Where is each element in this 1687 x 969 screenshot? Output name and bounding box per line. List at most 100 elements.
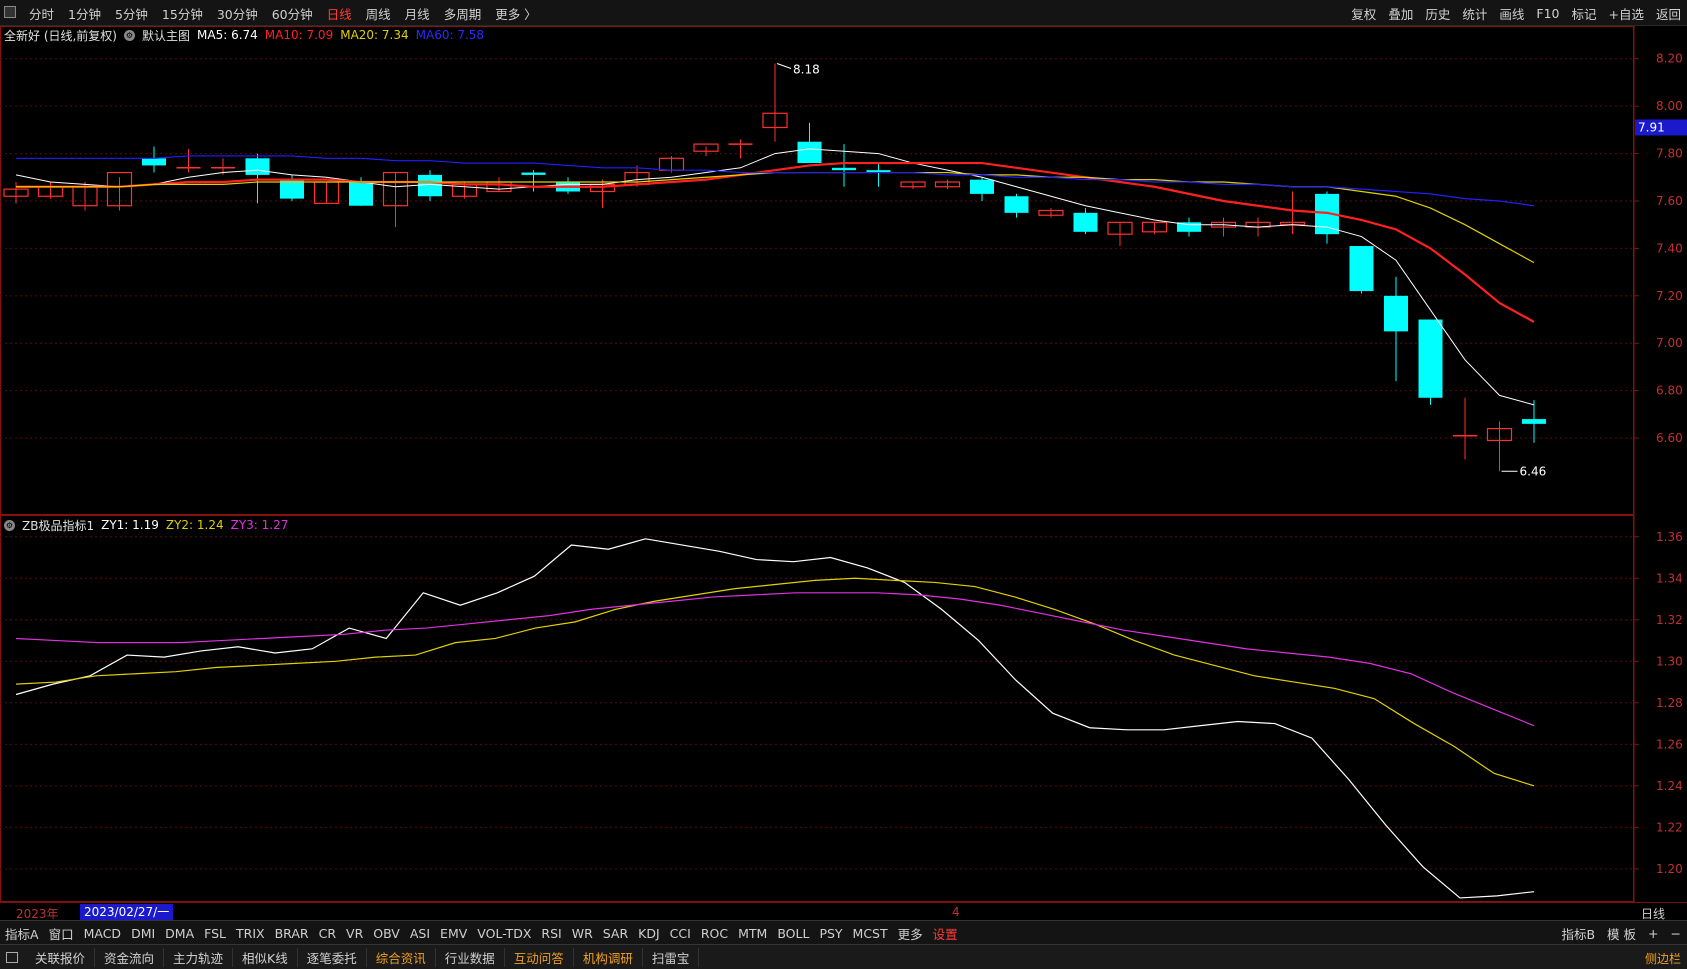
indicator-tick-label: 1.30 [1656, 654, 1683, 668]
bottom-tab[interactable]: 关联报价 [26, 948, 96, 967]
candle-body [970, 179, 994, 194]
indicator-tab[interactable]: EMV [435, 926, 472, 941]
indicator-tab[interactable]: 窗口 [44, 924, 79, 943]
month-mark: 4 [952, 905, 960, 919]
price-tick-label: 7.20 [1656, 289, 1683, 303]
indicator-tick-label: 1.26 [1656, 737, 1683, 751]
candle-body [142, 158, 166, 166]
toolbar-button[interactable]: 标记 [1565, 4, 1602, 23]
indicator-list: 指标A 窗口 MACD DMI DMA FSL TRIX BRAR CR VR OBV ASI EMV V… [0, 921, 963, 945]
indicator-tab[interactable]: 更多 [893, 924, 928, 943]
period-tab[interactable]: 更多 〉 [488, 4, 543, 23]
indicator-tab[interactable]: 指标A [0, 924, 44, 943]
indicator-tab[interactable]: DMI [126, 926, 160, 941]
indicator-tick-label: 1.28 [1656, 696, 1683, 710]
window-menu-icon[interactable] [4, 6, 16, 18]
price-tick-label: 7.80 [1656, 147, 1683, 161]
price-tick-label: 6.80 [1656, 384, 1683, 398]
period-tab[interactable]: 5分钟 [108, 4, 155, 23]
bottom-tab[interactable]: 机构调研 [574, 948, 643, 967]
indicator-control[interactable]: − [1665, 926, 1687, 941]
period-tab[interactable]: 周线 [359, 4, 398, 23]
indicator-tick-label: 1.32 [1656, 613, 1683, 627]
bottom-tab[interactable]: 相似K线 [233, 948, 298, 967]
chart-area[interactable]: 8.20 8.00 7.80 7.60 7.40 7.20 7.00 6.80 6.60 7.91… [0, 26, 1687, 902]
indicator-tab[interactable]: OBV [368, 926, 405, 941]
indicator-name[interactable]: ZB极品指标1 [22, 517, 94, 534]
bottom-tab[interactable]: 互动问答 [505, 948, 574, 967]
candle-body [245, 158, 270, 175]
indicator-tab[interactable]: BRAR [270, 926, 314, 941]
indicator-tab[interactable]: MTM [733, 926, 772, 941]
indicator-tab[interactable]: DMA [160, 926, 199, 941]
indicator-tick-label: 1.20 [1656, 862, 1683, 876]
toolbar-button[interactable]: 复权 [1345, 4, 1382, 23]
indicator-tab[interactable]: KDJ [633, 926, 665, 941]
high-pointer [776, 63, 792, 69]
indicator-tab[interactable]: RSI [536, 926, 566, 941]
panel-toggle-icon[interactable] [6, 952, 18, 963]
indicator-control[interactable]: 指标B [1555, 924, 1601, 943]
tool-buttons: 复权 叠加 历史 统计 画线 F10 标记 +自选 返回 [1345, 0, 1687, 26]
sidebar-toggle[interactable]: 侧边栏 [1645, 950, 1681, 967]
zy2-value: ZY2: 1.24 [165, 518, 224, 532]
bottom-tab[interactable]: 扫雷宝 [643, 948, 700, 967]
last-price-text: 7.91 [1638, 120, 1665, 134]
bottom-tab[interactable]: 行业数据 [436, 948, 505, 967]
main-pane-border [0, 26, 1634, 515]
indicator-pane-border [0, 515, 1634, 902]
bottom-panel-tabs: 关联报价 资金流向 主力轨迹 相似K线 逐笔委托 综合资讯 行业数据 互动问答 机构调研 扫雷宝 … [0, 944, 1687, 969]
bottom-tab-list: 关联报价 资金流向 主力轨迹 相似K线 逐笔委托 综合资讯 行业数据 互动问答 机构调研 扫雷宝 [0, 945, 700, 969]
cursor-date: 2023/02/27/一 [80, 904, 174, 920]
indicator-tab[interactable]: VOL-TDX [472, 926, 536, 941]
indicator-tab[interactable]: CR [314, 926, 341, 941]
period-tab[interactable]: 60分钟 [265, 4, 320, 23]
indicator-tab[interactable]: BOLL [772, 926, 814, 941]
toolbar-button[interactable]: 历史 [1419, 4, 1456, 23]
indicator-settings-icon[interactable]: ⚙ [4, 519, 15, 531]
indicator-tab[interactable]: TRIX [231, 926, 270, 941]
indicator-tab[interactable]: PSY [814, 926, 847, 941]
period-tab[interactable]: 多周期 [437, 4, 489, 23]
price-tick-label: 7.40 [1656, 241, 1683, 255]
low-price-label: 6.46 [1520, 464, 1547, 478]
period-tab[interactable]: 1分钟 [61, 4, 108, 23]
period-tab[interactable]: 日线 [320, 4, 359, 23]
toolbar-button[interactable]: 画线 [1493, 4, 1530, 23]
indicator-tab[interactable]: MCST [848, 926, 893, 941]
candle-body [349, 182, 373, 206]
candle-body [1418, 319, 1443, 398]
price-tick-label: 8.20 [1656, 52, 1683, 66]
bottom-tab[interactable]: 主力轨迹 [164, 948, 234, 967]
indicator-tab[interactable]: 设置 [928, 924, 963, 943]
toolbar-button[interactable]: 统计 [1456, 4, 1493, 23]
toolbar-button[interactable]: F10 [1530, 6, 1565, 21]
bottom-tab[interactable]: 综合资讯 [367, 948, 436, 967]
period-tab[interactable]: 月线 [398, 4, 437, 23]
indicator-tab[interactable]: ROC [696, 926, 733, 941]
indicator-tab[interactable]: WR [567, 926, 598, 941]
indicator-tab[interactable]: CCI [665, 926, 696, 941]
toolbar-button[interactable]: 叠加 [1382, 4, 1419, 23]
indicator-tab[interactable]: SAR [598, 926, 633, 941]
period-tab[interactable]: 分时 [22, 4, 61, 23]
candle-body [1004, 196, 1029, 213]
indicator-tick-label: 1.36 [1656, 530, 1683, 544]
indicator-line-zy1 [15, 538, 1535, 899]
indicator-tick-label: 1.24 [1656, 779, 1683, 793]
indicator-tab[interactable]: ASI [405, 926, 435, 941]
indicator-tab[interactable]: FSL [199, 926, 231, 941]
period-tab[interactable]: 15分钟 [155, 4, 210, 23]
indicator-control[interactable]: + [1642, 926, 1664, 941]
bottom-tab[interactable]: 资金流向 [95, 948, 165, 967]
period-tab[interactable]: 30分钟 [210, 4, 265, 23]
indicator-tab[interactable]: VR [341, 926, 368, 941]
indicator-control[interactable]: 模 板 [1601, 924, 1642, 943]
toolbar-button[interactable]: +自选 [1603, 4, 1650, 23]
toolbar-button[interactable]: 返回 [1650, 4, 1687, 23]
bottom-tab[interactable]: 逐笔委托 [298, 948, 367, 967]
indicator-tab[interactable]: MACD [79, 926, 126, 941]
candle-body [418, 174, 442, 197]
indicator-tick-label: 1.34 [1656, 571, 1683, 585]
candle-body [1073, 212, 1098, 232]
